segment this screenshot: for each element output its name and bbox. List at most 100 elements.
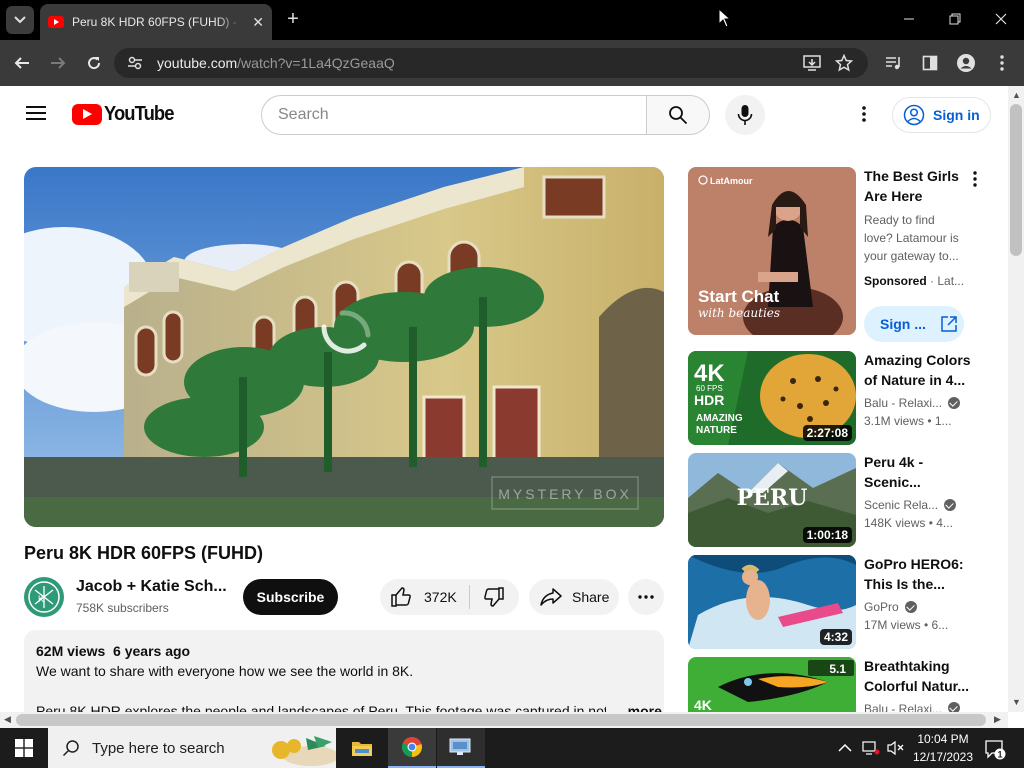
vertical-scrollbar-thumb[interactable] — [1010, 104, 1022, 256]
browser-tab-active[interactable]: Peru 8K HDR 60FPS (FUHD) - YouTube ✕ — [40, 4, 272, 40]
rec-title[interactable]: Amazing Colors of Nature in 4... — [864, 350, 972, 390]
rec-title-line: This Is the... — [864, 576, 945, 592]
view-count-and-date: 62M views 6 years ago — [36, 643, 190, 659]
ad-title[interactable]: The Best Girls Are Here — [864, 166, 964, 206]
url-text[interactable]: youtube.com/watch?v=1La4QzGeaaQ — [157, 55, 395, 71]
share-button[interactable]: Share — [529, 579, 619, 615]
windows-start-icon[interactable] — [0, 728, 48, 768]
ad-thumbnail[interactable]: LatAmour Start Chat with beauties — [688, 167, 856, 335]
profile-icon[interactable] — [954, 51, 978, 75]
rec-caption-line: AMAZING — [696, 413, 743, 424]
rec-thumbnail[interactable]: 4:32 — [688, 555, 856, 649]
rec-thumbnail[interactable]: PERU 1:00:18 — [688, 453, 856, 547]
rec-title-line: Scenic... — [864, 474, 921, 490]
thumbs-up-icon — [391, 587, 411, 607]
back-arrow-icon[interactable] — [10, 51, 34, 75]
rec-caption-line: NATURE — [696, 425, 737, 436]
rec-thumbnail[interactable]: 4K 60 FPS HDR AMAZING NATURE 2:27:08 — [688, 351, 856, 445]
tab-title: Peru 8K HDR 60FPS (FUHD) - YouTube — [72, 15, 242, 29]
rec-channel-name: GoPro — [864, 600, 899, 614]
tab-close-icon[interactable]: ✕ — [252, 14, 264, 31]
clock-time: 10:04 PM — [917, 732, 969, 746]
ad-description: Ready to find love? Latamour is your gat… — [864, 213, 959, 263]
show-hidden-icons-chevron-icon[interactable] — [838, 740, 852, 758]
side-panel-icon[interactable] — [918, 51, 942, 75]
site-settings-icon[interactable] — [124, 52, 146, 74]
mouse-cursor-icon — [718, 7, 732, 33]
microphone-icon — [737, 105, 753, 125]
minimize-window-icon[interactable] — [894, 8, 924, 32]
hamburger-menu-icon[interactable] — [22, 102, 50, 126]
verified-check-icon — [948, 397, 961, 409]
subscribe-button[interactable]: Subscribe — [243, 579, 338, 615]
like-button[interactable]: 372K — [380, 579, 468, 615]
ad-sponsored-label: Sponsored · Lat... — [864, 274, 965, 288]
settings-more-icon[interactable] — [852, 102, 876, 126]
video-duration: 2:27:08 — [802, 425, 852, 441]
scroll-left-arrow-icon[interactable]: ◀ — [4, 714, 11, 725]
new-tab-plus-icon[interactable]: + — [282, 8, 304, 30]
chrome-menu-icon[interactable] — [990, 51, 1014, 75]
dislike-button[interactable] — [470, 579, 518, 615]
voice-search-button[interactable] — [725, 95, 765, 135]
rec-title[interactable]: Breathtaking Colorful Natur... — [864, 656, 972, 696]
rec-badge-4k: 4K — [694, 360, 725, 387]
notification-center-icon[interactable]: 1 — [984, 738, 1006, 765]
youtube-logo[interactable]: YouTube — [72, 103, 180, 126]
rec-channel-name: Balu - Relaxi... — [864, 702, 943, 712]
rec-thumbnail[interactable]: 5.1 4K — [688, 657, 856, 712]
rec-title-line: GoPro HERO6: — [864, 556, 964, 572]
channel-avatar[interactable]: K — [24, 577, 64, 617]
sign-in-button[interactable]: Sign in — [892, 97, 991, 133]
rec-title[interactable]: GoPro HERO6: This Is the... — [864, 554, 972, 594]
system-clock[interactable]: 10:04 PM 12/17/2023 — [912, 730, 974, 766]
media-controls-icon[interactable] — [882, 51, 906, 75]
remote-desktop-icon[interactable] — [437, 728, 485, 768]
loading-spinner-icon — [312, 305, 376, 369]
install-app-icon[interactable] — [800, 51, 824, 75]
scroll-right-arrow-icon[interactable]: ▶ — [994, 714, 1001, 725]
search-box[interactable] — [261, 95, 647, 135]
rec-title-line: Amazing Colors — [864, 352, 971, 368]
rec-channel[interactable]: Scenic Rela... — [864, 498, 957, 512]
restore-window-icon[interactable] — [940, 8, 970, 32]
search-input[interactable] — [278, 104, 628, 126]
close-window-icon[interactable] — [986, 8, 1016, 32]
ad-subheadline-text: with beauties — [698, 306, 780, 320]
ad-more-icon[interactable] — [966, 170, 984, 188]
rec-channel[interactable]: Balu - Relaxi... — [864, 702, 961, 712]
share-label: Share — [572, 589, 610, 605]
search-icon — [669, 106, 688, 125]
rec-channel[interactable]: Balu - Relaxi... — [864, 396, 961, 410]
video-duration: 4:32 — [819, 629, 852, 645]
notification-count: 1 — [997, 750, 1002, 760]
rec-thumbnail-overlay: PERU — [737, 485, 808, 511]
horizontal-scrollbar-thumb[interactable] — [16, 714, 986, 726]
scroll-down-arrow-icon[interactable]: ▼ — [1012, 697, 1021, 707]
rec-meta: 3.1M views • 1... — [864, 414, 952, 428]
ad-cta-button[interactable]: Sign ... — [864, 306, 964, 342]
scroll-up-arrow-icon[interactable]: ▲ — [1012, 90, 1021, 100]
rec-title-line: of Nature in 4... — [864, 372, 966, 388]
channel-name[interactable]: Jacob + Katie Sch... — [76, 578, 227, 596]
rec-title[interactable]: Peru 4k - Scenic... — [864, 452, 972, 492]
network-icon[interactable] — [862, 740, 880, 761]
ad-cta-label: Sign ... — [880, 316, 926, 332]
upload-age: 6 years ago — [113, 643, 191, 659]
verified-check-icon — [944, 499, 957, 511]
reload-icon[interactable] — [82, 51, 106, 75]
rec-channel[interactable]: GoPro — [864, 600, 917, 614]
like-count: 372K — [424, 589, 457, 605]
search-button[interactable] — [646, 95, 710, 135]
volume-muted-icon[interactable] — [886, 740, 904, 761]
ad-thumbnail-image: LatAmour Start Chat with beauties — [688, 167, 856, 335]
youtube-logo-text: YouTube — [104, 103, 174, 125]
youtube-favicon-icon — [48, 16, 64, 28]
forward-arrow-icon[interactable] — [46, 51, 70, 75]
bookmark-star-icon[interactable] — [832, 51, 856, 75]
tab-search-chevron-icon[interactable] — [6, 6, 34, 34]
file-explorer-icon[interactable] — [338, 728, 386, 768]
more-actions-icon[interactable] — [628, 579, 664, 615]
chrome-taskbar-icon[interactable] — [388, 728, 436, 768]
taskbar-search-placeholder: Type here to search — [92, 739, 225, 757]
